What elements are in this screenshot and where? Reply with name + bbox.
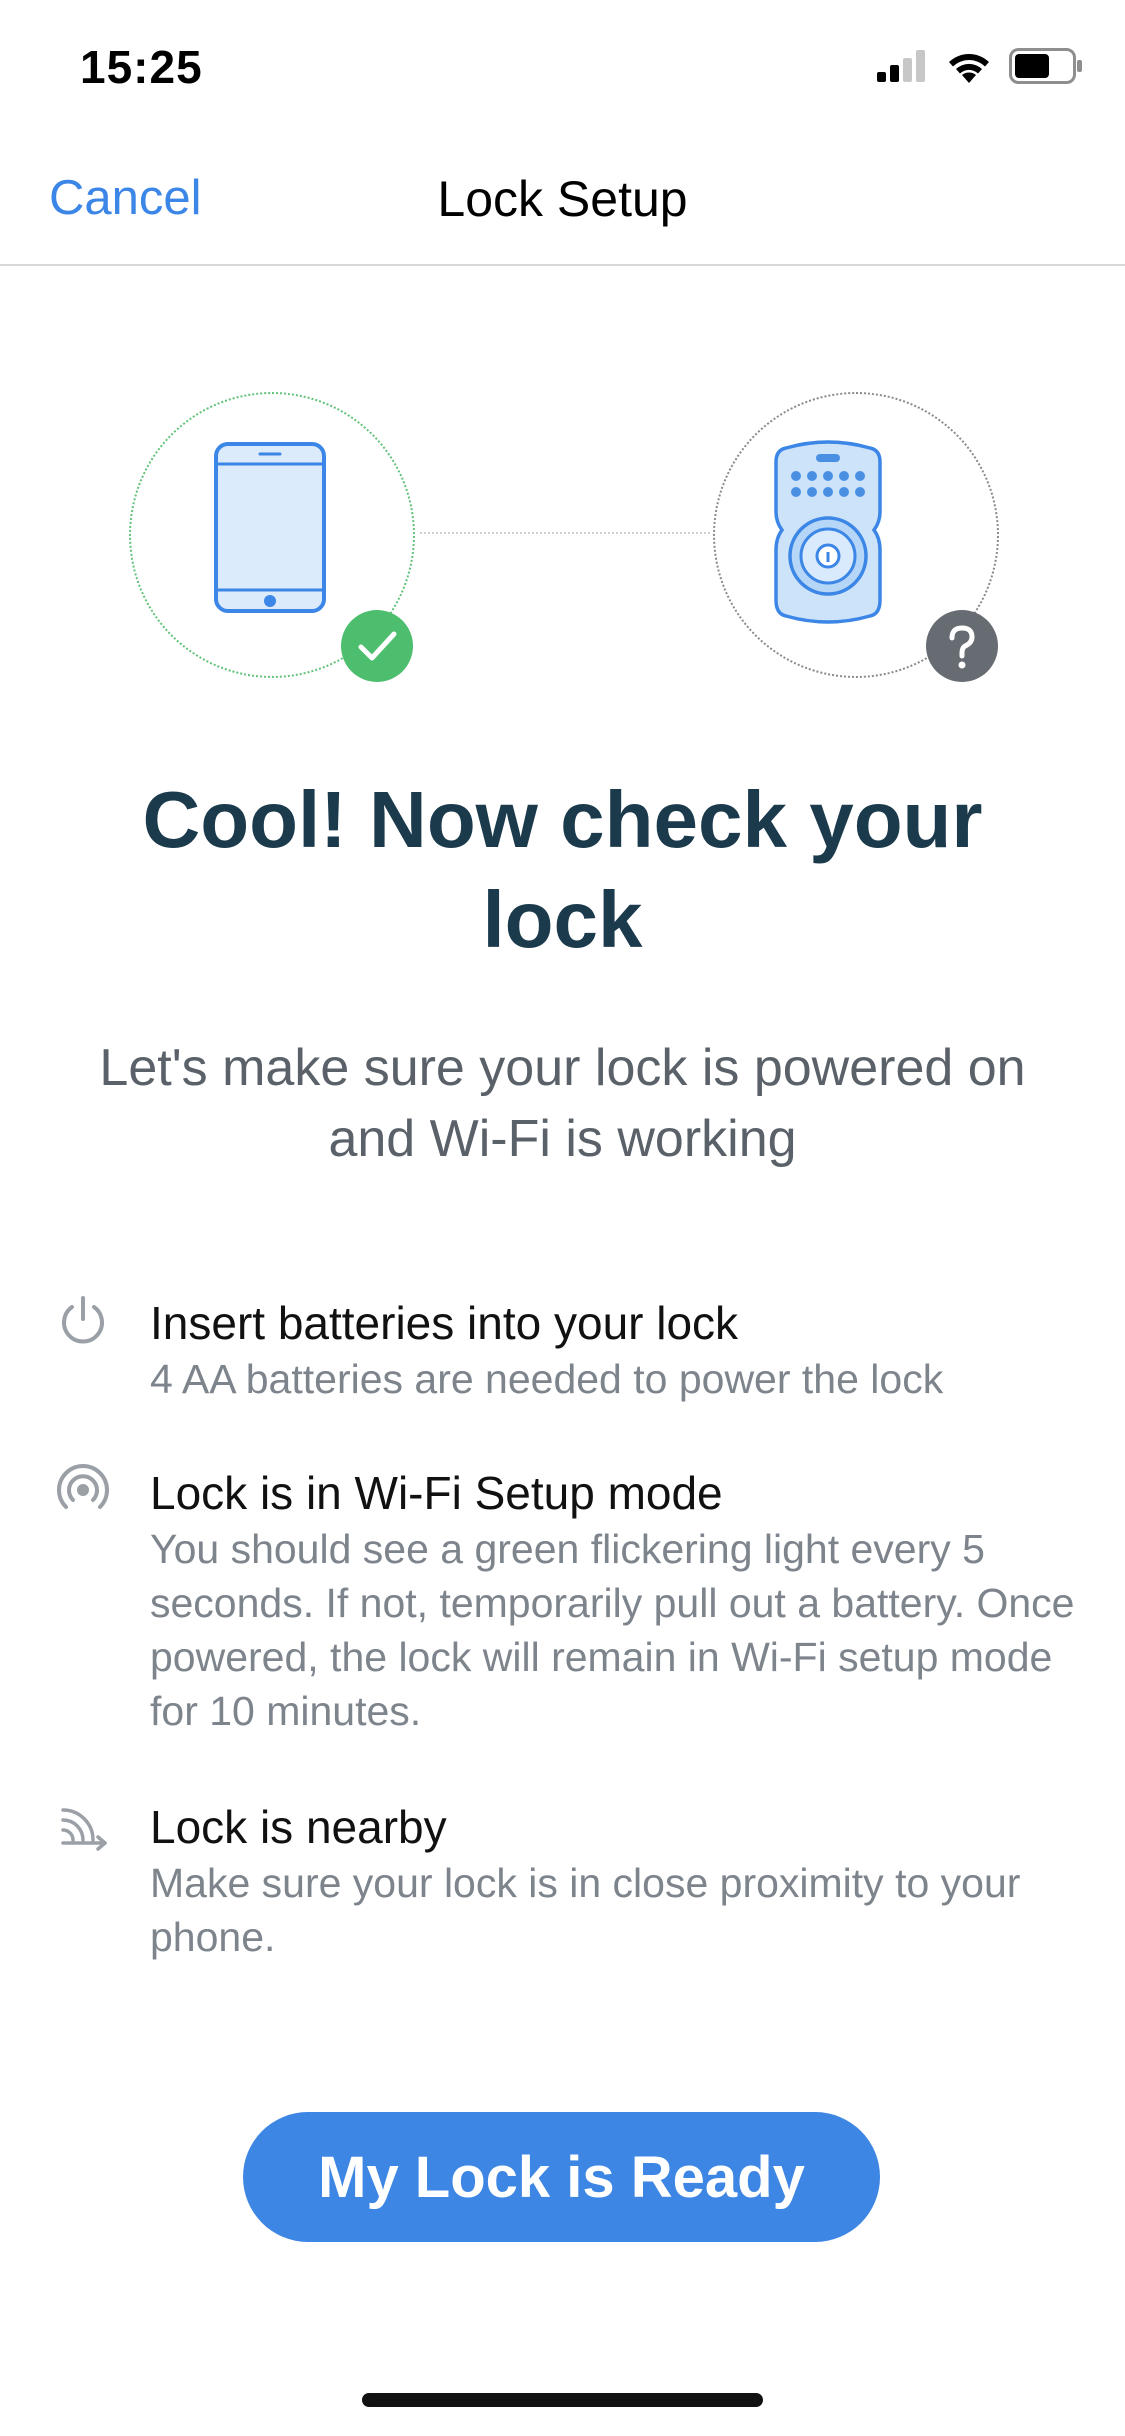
requirement-title: Lock is in Wi-Fi Setup mode (150, 1467, 723, 1519)
phone-icon (214, 442, 326, 613)
check-icon (341, 610, 413, 682)
status-icons (877, 48, 1083, 84)
page-title: Lock Setup (437, 171, 688, 227)
nav-bar: Cancel Lock Setup (0, 132, 1125, 266)
requirement-title: Insert batteries into your lock (150, 1297, 739, 1349)
status-time: 15:25 (80, 41, 203, 93)
headline: Cool! Now check your lock (142, 775, 983, 964)
cellular-signal-icon (877, 50, 925, 82)
deadbolt-lock-icon (774, 440, 882, 624)
requirement-desc: Make sure your lock is in close proximit… (150, 1860, 1021, 1960)
home-indicator (362, 2393, 763, 2407)
requirement-title: Lock is nearby (150, 1801, 447, 1853)
battery-icon (1009, 48, 1082, 84)
nearby-signal-icon (61, 1808, 107, 1851)
requirement-desc: 4 AA batteries are needed to power the l… (150, 1356, 944, 1402)
connector-line (420, 532, 710, 534)
power-icon (62, 1296, 104, 1344)
status-bar: 15:25 (0, 0, 1125, 132)
pairing-illustration (0, 380, 1125, 700)
wifi-setup-icon (57, 1464, 109, 1509)
lock-ready-button[interactable]: My Lock is Ready (243, 2112, 880, 2242)
requirement-desc: You should see a green flickering light … (150, 1526, 1075, 1734)
subtitle: Let's make sure your lock is powered on … (99, 1039, 1026, 1168)
question-icon (926, 610, 998, 682)
wifi-icon (949, 54, 989, 83)
